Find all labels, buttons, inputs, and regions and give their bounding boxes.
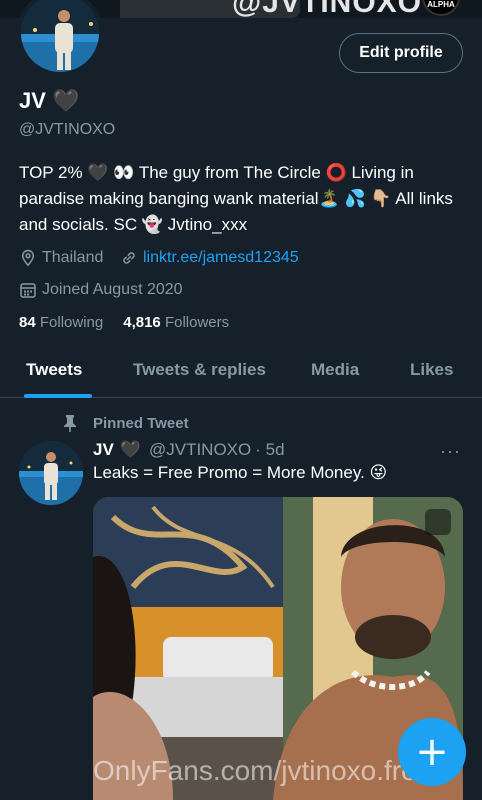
tab-likes[interactable]: Likes bbox=[410, 360, 453, 380]
follow-stats: 84 Following 4,816 Followers bbox=[19, 314, 229, 331]
pinned-tweet-label: Pinned Tweet bbox=[64, 413, 189, 433]
black-heart-emoji: 🖤 bbox=[52, 88, 80, 113]
following-count: 84 bbox=[19, 314, 36, 331]
following-link[interactable]: 84 Following bbox=[19, 314, 103, 331]
tab-tweets[interactable]: Tweets bbox=[26, 360, 82, 380]
banner-badge-label: ALPHA bbox=[427, 0, 455, 9]
link-text[interactable]: linktr.ee/jamesd12345 bbox=[143, 249, 299, 267]
tweet-header: JV 🖤 @JVTINOXO · 5d bbox=[93, 440, 285, 460]
joined-text: Joined August 2020 bbox=[42, 281, 183, 298]
followers-link[interactable]: 4,816 Followers bbox=[123, 314, 229, 331]
profile-avatar[interactable] bbox=[17, 0, 103, 76]
compose-tweet-button[interactable]: + bbox=[398, 718, 466, 786]
profile-name-text: JV bbox=[19, 88, 46, 113]
followers-label: Followers bbox=[164, 314, 230, 331]
following-label: Following bbox=[39, 314, 104, 331]
tweet-avatar-image bbox=[19, 441, 83, 505]
avatar-image bbox=[21, 0, 99, 72]
tweet-avatar[interactable] bbox=[19, 441, 83, 505]
banner-text: @JVTINOXO bbox=[232, 0, 422, 18]
pin-icon bbox=[64, 415, 76, 432]
watermark-text: OnlyFans.com/jvtinoxo.free bbox=[93, 755, 433, 786]
gif-badge-icon bbox=[425, 509, 451, 535]
followers-count: 4,816 bbox=[123, 314, 161, 331]
more-options-icon[interactable]: ··· bbox=[440, 441, 461, 462]
tweet-text: Leaks = Free Promo = More Money. 😜 bbox=[93, 463, 388, 482]
calendar-icon bbox=[20, 283, 36, 298]
profile-handle: @JVTINOXO bbox=[19, 121, 116, 138]
tweet-author-emoji: 🖤 bbox=[119, 440, 141, 459]
profile-joined: Joined August 2020 bbox=[19, 279, 183, 301]
banner-badge: ALPHA bbox=[422, 0, 460, 16]
profile-name: JV 🖤 bbox=[19, 88, 79, 114]
active-tab-indicator bbox=[24, 394, 92, 398]
tab-media[interactable]: Media bbox=[311, 360, 359, 380]
profile-location: Thailand bbox=[19, 247, 103, 269]
pinned-text: Pinned Tweet bbox=[93, 414, 189, 432]
profile-bio: TOP 2% 🖤 👀 The guy from The Circle ⭕ Liv… bbox=[19, 163, 453, 234]
link-icon bbox=[123, 252, 135, 264]
location-text: Thailand bbox=[42, 249, 104, 266]
tweet-author-handle[interactable]: @JVTINOXO bbox=[149, 440, 251, 460]
tweet-time[interactable]: · 5d bbox=[255, 440, 284, 460]
tweet-author-name[interactable]: JV bbox=[93, 440, 114, 460]
tab-tweets-and-replies[interactable]: Tweets & replies bbox=[133, 360, 266, 380]
edit-profile-button[interactable]: Edit profile bbox=[339, 33, 463, 73]
location-pin-icon bbox=[21, 249, 35, 267]
profile-link[interactable]: linktr.ee/jamesd12345 bbox=[120, 247, 299, 269]
profile-tabs: Tweets Tweets & replies Media Likes bbox=[0, 346, 482, 398]
